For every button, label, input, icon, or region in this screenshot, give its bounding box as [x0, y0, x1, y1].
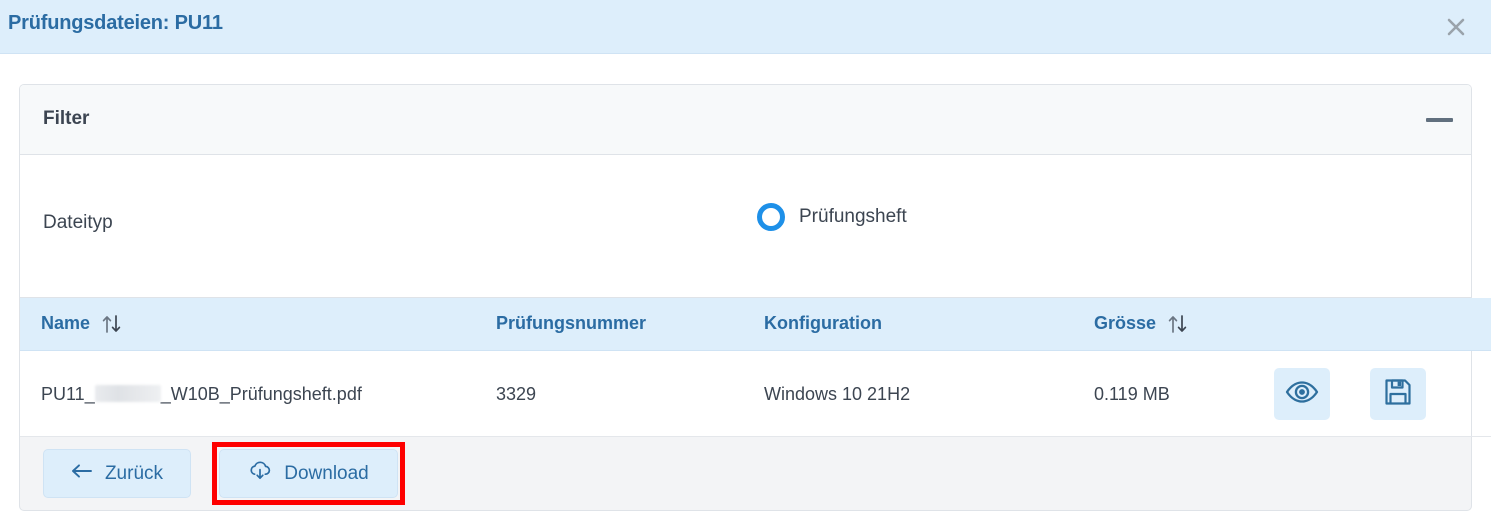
- table-header-row: Name Prüfungsnummer Konfiguration Grösse: [20, 298, 1491, 351]
- download-button-label: Download: [284, 462, 369, 484]
- column-header-konfiguration-label: Konfiguration: [764, 313, 882, 333]
- column-header-name-label: Name: [41, 313, 91, 333]
- file-name-prefix: PU11_: [41, 383, 95, 404]
- table-header: Name Prüfungsnummer Konfiguration Grösse: [20, 298, 1491, 351]
- page-title: Prüfungsdateien: PU11: [8, 12, 223, 34]
- filter-panel-body: Dateityp Prüfungsheft: [20, 155, 1471, 298]
- minus-icon-bar: [1426, 118, 1453, 122]
- minus-icon[interactable]: [1425, 109, 1455, 131]
- column-header-pruefungsnummer-label: Prüfungsnummer: [496, 313, 647, 333]
- filter-and-results-card: Filter Dateityp Prüfungsheft Name Prüfun…: [19, 84, 1491, 437]
- file-name: PU11_ _W10B_Prüfungsheft.pdf: [41, 384, 362, 404]
- preview-button[interactable]: [1274, 368, 1330, 420]
- arrow-left-icon: [71, 463, 93, 485]
- column-header-groesse-label: Grösse: [1094, 313, 1157, 333]
- filter-panel-title: Filter: [43, 108, 90, 129]
- column-header-konfiguration[interactable]: Konfiguration: [764, 298, 1094, 351]
- column-header-pruefungsnummer[interactable]: Prüfungsnummer: [496, 298, 764, 351]
- redacted-block: [94, 384, 161, 402]
- back-button[interactable]: Zurück: [43, 449, 191, 498]
- card-footer: Zurück Download: [19, 437, 1472, 511]
- files-table: Name Prüfungsnummer Konfiguration Grösse…: [20, 298, 1491, 437]
- file-name-suffix: _W10B_Prüfungsheft.pdf: [160, 383, 362, 404]
- eye-icon: [1285, 380, 1319, 409]
- radio-pruefungsheft[interactable]: Prüfungsheft: [757, 203, 907, 231]
- filter-panel-header[interactable]: Filter: [20, 85, 1471, 155]
- cell-groesse: 0.119 MB: [1094, 350, 1274, 437]
- close-icon[interactable]: [1437, 8, 1475, 46]
- cell-actions: [1274, 350, 1491, 437]
- cell-name: PU11_ _W10B_Prüfungsheft.pdf: [20, 350, 496, 437]
- column-header-groesse[interactable]: Grösse: [1094, 298, 1274, 351]
- save-icon: [1384, 378, 1412, 411]
- back-button-label: Zurück: [104, 462, 164, 484]
- download-button[interactable]: Download: [219, 449, 398, 498]
- column-header-actions: [1274, 298, 1491, 351]
- radio-button-icon[interactable]: [757, 203, 785, 231]
- radio-pruefungsheft-label: Prüfungsheft: [799, 206, 907, 227]
- sort-icon[interactable]: [101, 314, 123, 334]
- cell-pruefungsnummer: 3329: [496, 350, 764, 437]
- row-action-buttons: [1274, 368, 1491, 420]
- table-row[interactable]: PU11_ _W10B_Prüfungsheft.pdf 3329 Windows…: [20, 350, 1491, 437]
- save-button[interactable]: [1370, 368, 1426, 420]
- cell-konfiguration: Windows 10 21H2: [764, 350, 1094, 437]
- cloud-download-icon: [248, 460, 272, 488]
- sort-icon[interactable]: [1167, 314, 1189, 334]
- column-header-name[interactable]: Name: [20, 298, 496, 351]
- table-body: PU11_ _W10B_Prüfungsheft.pdf 3329 Windows…: [20, 350, 1491, 437]
- modal-header: Prüfungsdateien: PU11: [0, 0, 1491, 54]
- modal-body: Filter Dateityp Prüfungsheft Name Prüfun…: [0, 54, 1491, 511]
- dateityp-label: Dateityp: [43, 212, 113, 233]
